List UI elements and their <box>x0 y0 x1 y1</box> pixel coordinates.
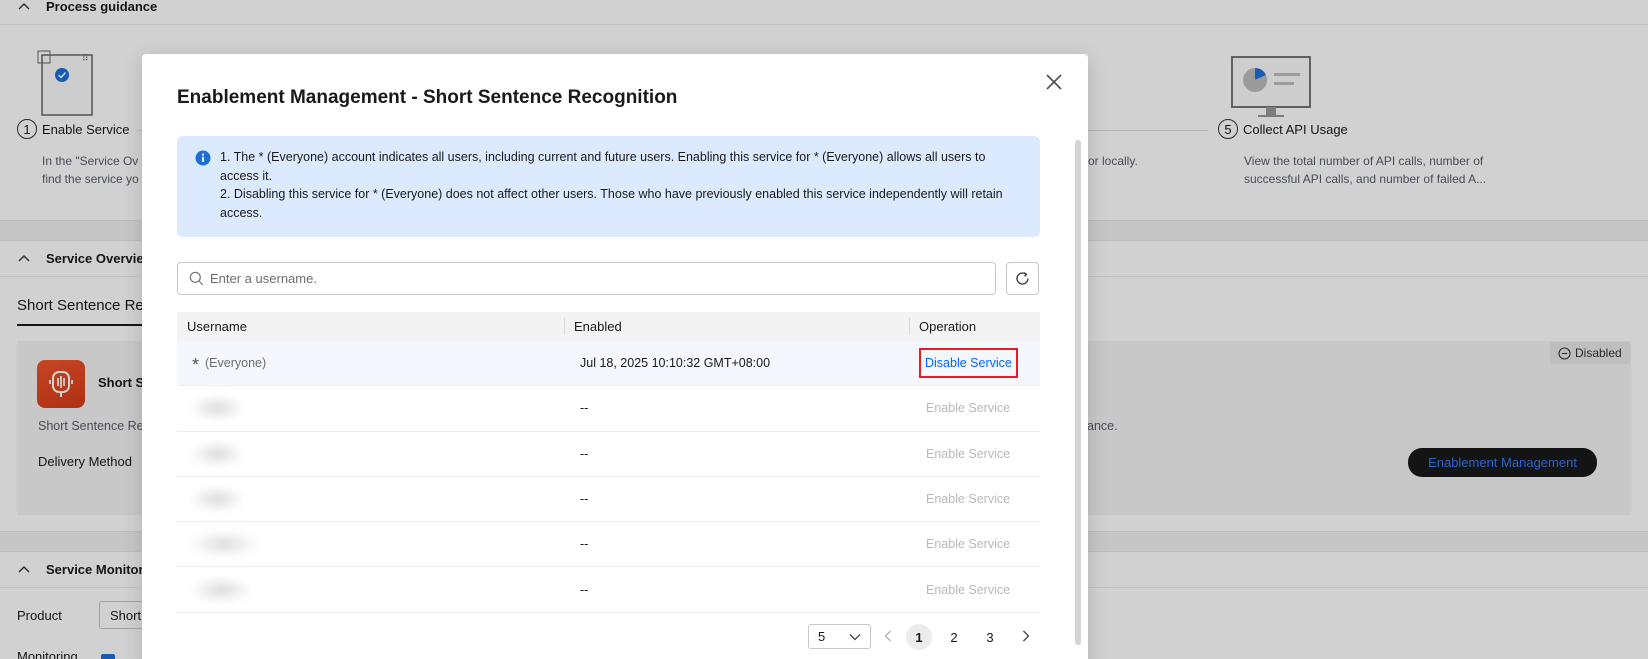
operation-cell: Enable Service <box>909 477 1040 521</box>
redacted-username <box>191 395 243 422</box>
enabled-cell: -- <box>580 537 589 552</box>
everyone-star: * <box>192 355 200 376</box>
next-page-button[interactable] <box>1019 628 1033 644</box>
enabled-cell: -- <box>580 401 589 416</box>
dialog-title: Enablement Management - Short Sentence R… <box>177 87 678 108</box>
dialog-scrollbar[interactable] <box>1075 140 1081 645</box>
enable-service-link[interactable]: Enable Service <box>921 401 1010 415</box>
page-2-button[interactable]: 2 <box>941 624 967 650</box>
refresh-button[interactable] <box>1006 262 1039 295</box>
info-text: 1. The * (Everyone) account indicates al… <box>220 148 1020 222</box>
operation-cell: Enable Service <box>909 567 1040 611</box>
username-cell: * (Everyone) <box>177 341 564 385</box>
chevron-left-icon <box>884 630 891 642</box>
table-row: -- Enable Service <box>177 432 1040 477</box>
redacted-username <box>191 531 257 558</box>
refresh-icon <box>1016 272 1029 285</box>
table-row: -- Enable Service <box>177 386 1040 432</box>
info-icon <box>195 150 211 166</box>
redacted-username <box>191 486 243 513</box>
column-operation: Operation <box>909 312 1040 341</box>
info-notice: 1. The * (Everyone) account indicates al… <box>177 136 1040 237</box>
username-cell <box>177 477 564 521</box>
chevron-right-icon <box>1023 630 1030 642</box>
pagination: 5 1 2 3 <box>142 623 1088 651</box>
username-everyone: (Everyone) <box>205 356 267 371</box>
enable-service-link[interactable]: Enable Service <box>921 583 1010 597</box>
page-size-value: 5 <box>818 629 826 644</box>
username-cell <box>177 522 564 566</box>
info-line-1: 1. The * (Everyone) account indicates al… <box>220 150 986 183</box>
column-enabled: Enabled <box>564 312 909 341</box>
close-icon[interactable] <box>1043 71 1065 93</box>
enablement-management-dialog: Enablement Management - Short Sentence R… <box>142 54 1088 659</box>
info-line-2: 2. Disabling this service for * (Everyon… <box>220 187 1003 220</box>
enable-service-link[interactable]: Enable Service <box>921 447 1010 461</box>
disable-service-link[interactable]: Disable Service <box>919 348 1018 379</box>
search-input[interactable] <box>210 271 995 286</box>
chevron-down-icon <box>849 633 861 640</box>
previous-page-button[interactable] <box>881 628 895 644</box>
operation-cell: Enable Service <box>909 386 1040 430</box>
operation-cell: Enable Service <box>909 522 1040 566</box>
enabled-cell: -- <box>580 582 589 597</box>
username-cell <box>177 567 564 611</box>
operation-cell: Disable Service <box>909 341 1040 385</box>
enable-service-link[interactable]: Enable Service <box>921 537 1010 551</box>
redacted-username <box>191 576 251 603</box>
username-search[interactable] <box>177 262 996 295</box>
table-row: -- Enable Service <box>177 477 1040 523</box>
search-icon <box>189 271 204 286</box>
table-row: * (Everyone) Jul 18, 2025 10:10:32 GMT+0… <box>177 341 1040 387</box>
table-row: -- Enable Service <box>177 522 1040 568</box>
operation-cell: Enable Service <box>909 432 1040 476</box>
username-cell <box>177 432 564 476</box>
page-size-select[interactable]: 5 <box>808 624 871 649</box>
redacted-username <box>191 440 243 467</box>
enabled-cell: -- <box>580 492 589 507</box>
username-cell <box>177 386 564 430</box>
users-table: Username Enabled Operation * (Everyone) … <box>177 312 1040 613</box>
enabled-cell: Jul 18, 2025 10:10:32 GMT+08:00 <box>580 356 771 371</box>
column-username: Username <box>187 319 247 334</box>
page-3-button[interactable]: 3 <box>977 624 1003 650</box>
page-1-button[interactable]: 1 <box>906 624 932 650</box>
table-row: -- Enable Service <box>177 567 1040 613</box>
enabled-cell: -- <box>580 446 589 461</box>
table-header: Username Enabled Operation <box>177 312 1040 341</box>
enable-service-link[interactable]: Enable Service <box>921 492 1010 506</box>
